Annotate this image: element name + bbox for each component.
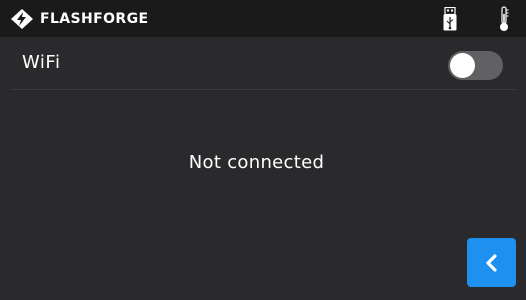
thermometer-icon [500, 6, 509, 31]
top-bar: FLASHFORGE [0, 0, 526, 37]
usb-drive-icon[interactable] [443, 7, 457, 31]
back-button[interactable] [467, 238, 516, 287]
brand-name: FLASHFORGE [40, 11, 149, 27]
wifi-toggle-knob [450, 53, 475, 78]
wifi-label: WiFi [22, 52, 61, 73]
flashforge-logo-icon [11, 9, 33, 29]
brand: FLASHFORGE [11, 9, 148, 29]
connection-status: Not connected [188, 152, 325, 173]
wifi-toggle[interactable] [448, 51, 503, 80]
chevron-left-icon [485, 253, 497, 272]
wifi-setting-row: WiFi [0, 37, 526, 90]
divider [10, 89, 516, 90]
